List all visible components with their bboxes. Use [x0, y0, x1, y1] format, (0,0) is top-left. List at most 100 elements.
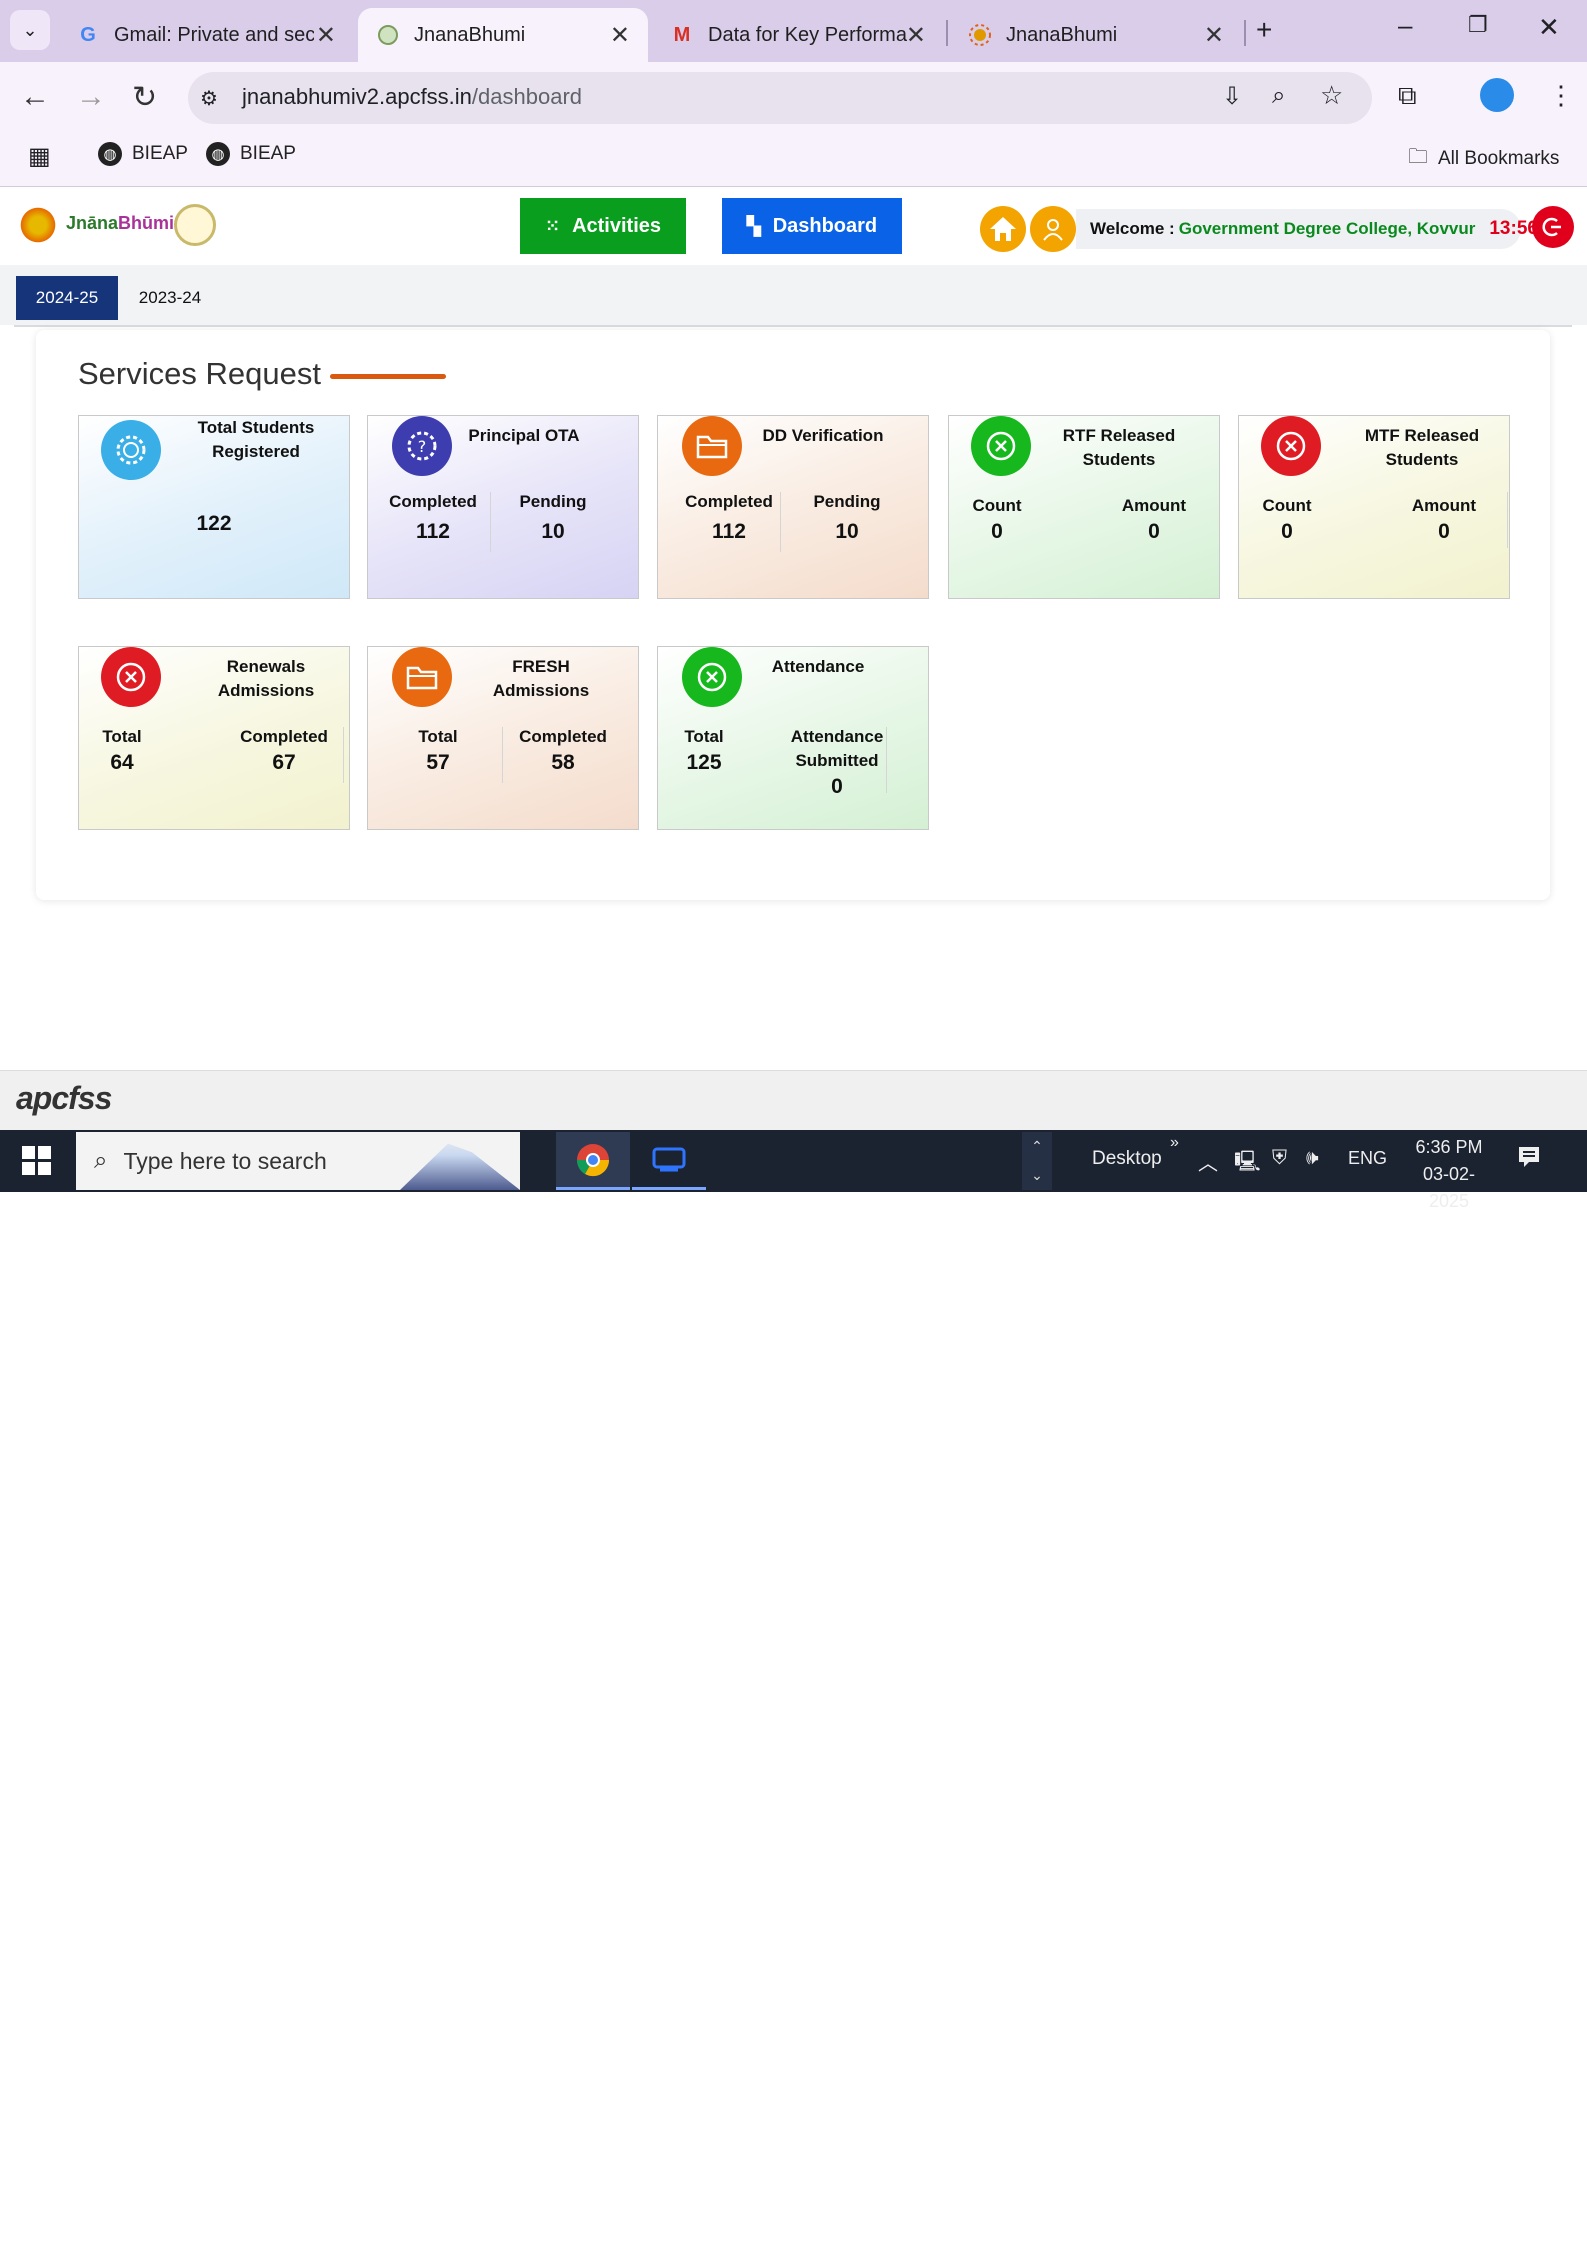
activities-button[interactable]: ⁙ Activities — [520, 198, 686, 254]
jnanabhumi-icon — [376, 23, 400, 47]
bookmark-star-icon[interactable]: ☆ — [1320, 80, 1343, 111]
tab-separator — [1244, 20, 1246, 46]
globe-icon: ◍ — [98, 142, 122, 166]
forward-button[interactable]: → — [76, 80, 106, 114]
count-label: Count — [1262, 496, 1312, 515]
double-chevron-icon[interactable]: » — [1170, 1134, 1179, 1152]
close-circle-icon — [682, 647, 742, 707]
taskbar-search-box[interactable]: ⌕ Type here to search — [76, 1132, 520, 1190]
card-title: RTF Released Students — [1062, 426, 1176, 469]
notification-icon[interactable] — [1516, 1144, 1542, 1175]
total-value: 64 — [110, 751, 134, 774]
card-rtf-released[interactable]: RTF Released Students Count Amount 0 0 — [948, 415, 1220, 599]
chrome-icon — [576, 1143, 610, 1176]
card-attendance[interactable]: Attendance Total Attendance Submitted 12… — [657, 646, 929, 830]
close-icon[interactable]: ✕ — [316, 21, 336, 50]
tab-title: Data for Key Performa — [708, 23, 907, 46]
completed-value: 112 — [712, 520, 746, 543]
folder-icon — [682, 416, 742, 476]
all-bookmarks-button[interactable]: 🗀 All Bookmarks — [1408, 142, 1559, 176]
pending-value: 10 — [541, 520, 565, 543]
close-circle-icon — [101, 647, 161, 707]
completed-label: Completed — [389, 492, 477, 511]
card-title: FRESH Admissions — [492, 657, 590, 700]
tab-year-2024-25[interactable]: 2024-25 — [16, 276, 118, 320]
tab-search-button[interactable]: ⌄ — [10, 10, 50, 50]
close-icon[interactable]: ✕ — [610, 21, 630, 50]
card-total-students[interactable]: Total Students Registered 122 — [78, 415, 350, 599]
ap-emblem-icon — [174, 204, 216, 246]
amount-label: Amount — [1411, 496, 1477, 515]
desktop-toolbar-label[interactable]: Desktop — [1092, 1148, 1162, 1170]
page-footer — [0, 1070, 1587, 1131]
gear-icon — [101, 420, 161, 480]
jnanabhumi-logo-icon — [18, 205, 58, 245]
browser-menu-icon[interactable]: ⋮ — [1548, 80, 1574, 111]
language-indicator[interactable]: ENG — [1348, 1148, 1387, 1169]
window-close-button[interactable]: ✕ — [1538, 12, 1560, 43]
extensions-icon[interactable]: ⧉ — [1398, 80, 1417, 112]
back-button[interactable]: ← — [20, 80, 50, 114]
search-highlight-image — [400, 1143, 520, 1190]
network-icon[interactable]: 🖳 — [1234, 1147, 1261, 1181]
card-principal-ota[interactable]: ? Principal OTA Completed Pending 112 10 — [367, 415, 639, 599]
home-icon[interactable] — [980, 206, 1026, 252]
tab-jnanabhumi-2[interactable]: JnanaBhumi ✕ — [950, 8, 1242, 62]
profile-avatar-icon[interactable] — [1480, 78, 1514, 112]
card-title: DD Verification — [762, 426, 884, 445]
bookmark-biEAP-2[interactable]: ◍ BIEAP — [206, 142, 296, 166]
pending-label: Pending — [813, 492, 881, 511]
dashboard-button[interactable]: ▚ Dashboard — [722, 198, 902, 254]
taskbar-scroll-arrows[interactable]: ⌃ ⌄ — [1022, 1132, 1052, 1190]
security-shield-icon[interactable]: ⛨ — [1272, 1147, 1287, 1170]
volume-icon[interactable]: 🕪 — [1306, 1147, 1319, 1170]
tab-data-kpi[interactable]: M Data for Key Performa ✕ — [652, 8, 944, 62]
tab-jnanabhumi-active[interactable]: JnanaBhumi ✕ — [358, 8, 648, 62]
show-hidden-icons[interactable]: ︿ — [1198, 1147, 1218, 1176]
windows-start-icon[interactable] — [22, 1146, 52, 1176]
new-tab-button[interactable]: + — [1256, 14, 1272, 46]
card-fresh-admissions[interactable]: FRESH Admissions Total Completed 57 58 — [367, 646, 639, 830]
card-renewals-admissions[interactable]: Renewals Admissions Total Completed 64 6… — [78, 646, 350, 830]
gmail-icon: M — [673, 23, 691, 46]
pending-value: 10 — [835, 520, 859, 543]
session-timer: 13:56 — [1489, 218, 1538, 239]
svg-text:?: ? — [418, 437, 427, 456]
card-title: MTF Released Students — [1364, 426, 1480, 469]
site-settings-icon[interactable]: ⚙ — [200, 86, 218, 111]
divider — [14, 325, 1572, 327]
divider — [502, 727, 503, 783]
amount-value: 0 — [1438, 520, 1450, 543]
tab-year-2023-24[interactable]: 2023-24 — [118, 276, 222, 320]
minimize-button[interactable]: – — [1398, 10, 1412, 41]
panel-title: Services Request — [78, 356, 321, 391]
close-circle-icon — [971, 416, 1031, 476]
install-app-icon[interactable]: ⇩ — [1222, 82, 1242, 111]
restore-button[interactable]: ❐ — [1468, 12, 1488, 38]
attendance-submitted-label: Attendance Submitted — [790, 727, 884, 770]
taskbar-remote-app[interactable] — [632, 1132, 706, 1190]
app-logo-text: JnānaBhūmi — [66, 213, 175, 233]
reload-button[interactable]: ↻ — [132, 80, 157, 115]
url-text[interactable]: jnanabhumiv2.apcfss.in/dashboard — [242, 84, 582, 110]
card-value: 122 — [196, 512, 232, 535]
completed-label: Completed — [519, 727, 607, 746]
chevron-down-icon: ⌄ — [22, 19, 38, 40]
card-title: Attendance — [771, 657, 865, 676]
user-icon[interactable] — [1030, 206, 1076, 252]
tab-gmail[interactable]: G Gmail: Private and secu ✕ — [58, 8, 354, 62]
close-icon[interactable]: ✕ — [906, 21, 926, 50]
logout-icon[interactable] — [1532, 206, 1574, 248]
card-mtf-released[interactable]: MTF Released Students Count Amount 0 0 — [1238, 415, 1510, 599]
card-dd-verification[interactable]: DD Verification Completed Pending 112 10 — [657, 415, 929, 599]
zoom-icon[interactable]: ⌕ — [1272, 82, 1285, 110]
jnanabhumi-sun-icon — [968, 23, 992, 47]
apps-grid-icon[interactable]: ▦ — [28, 142, 51, 171]
close-icon[interactable]: ✕ — [1204, 21, 1224, 50]
taskbar-chrome-app[interactable] — [556, 1132, 630, 1190]
tab-title: JnanaBhumi — [414, 23, 526, 46]
clock[interactable]: 6:36 PM 03-02-2025 — [1404, 1134, 1494, 1215]
bookmark-biEAP-1[interactable]: ◍ BIEAP — [98, 142, 188, 166]
globe-icon: ◍ — [206, 142, 230, 166]
close-circle-icon — [1261, 416, 1321, 476]
